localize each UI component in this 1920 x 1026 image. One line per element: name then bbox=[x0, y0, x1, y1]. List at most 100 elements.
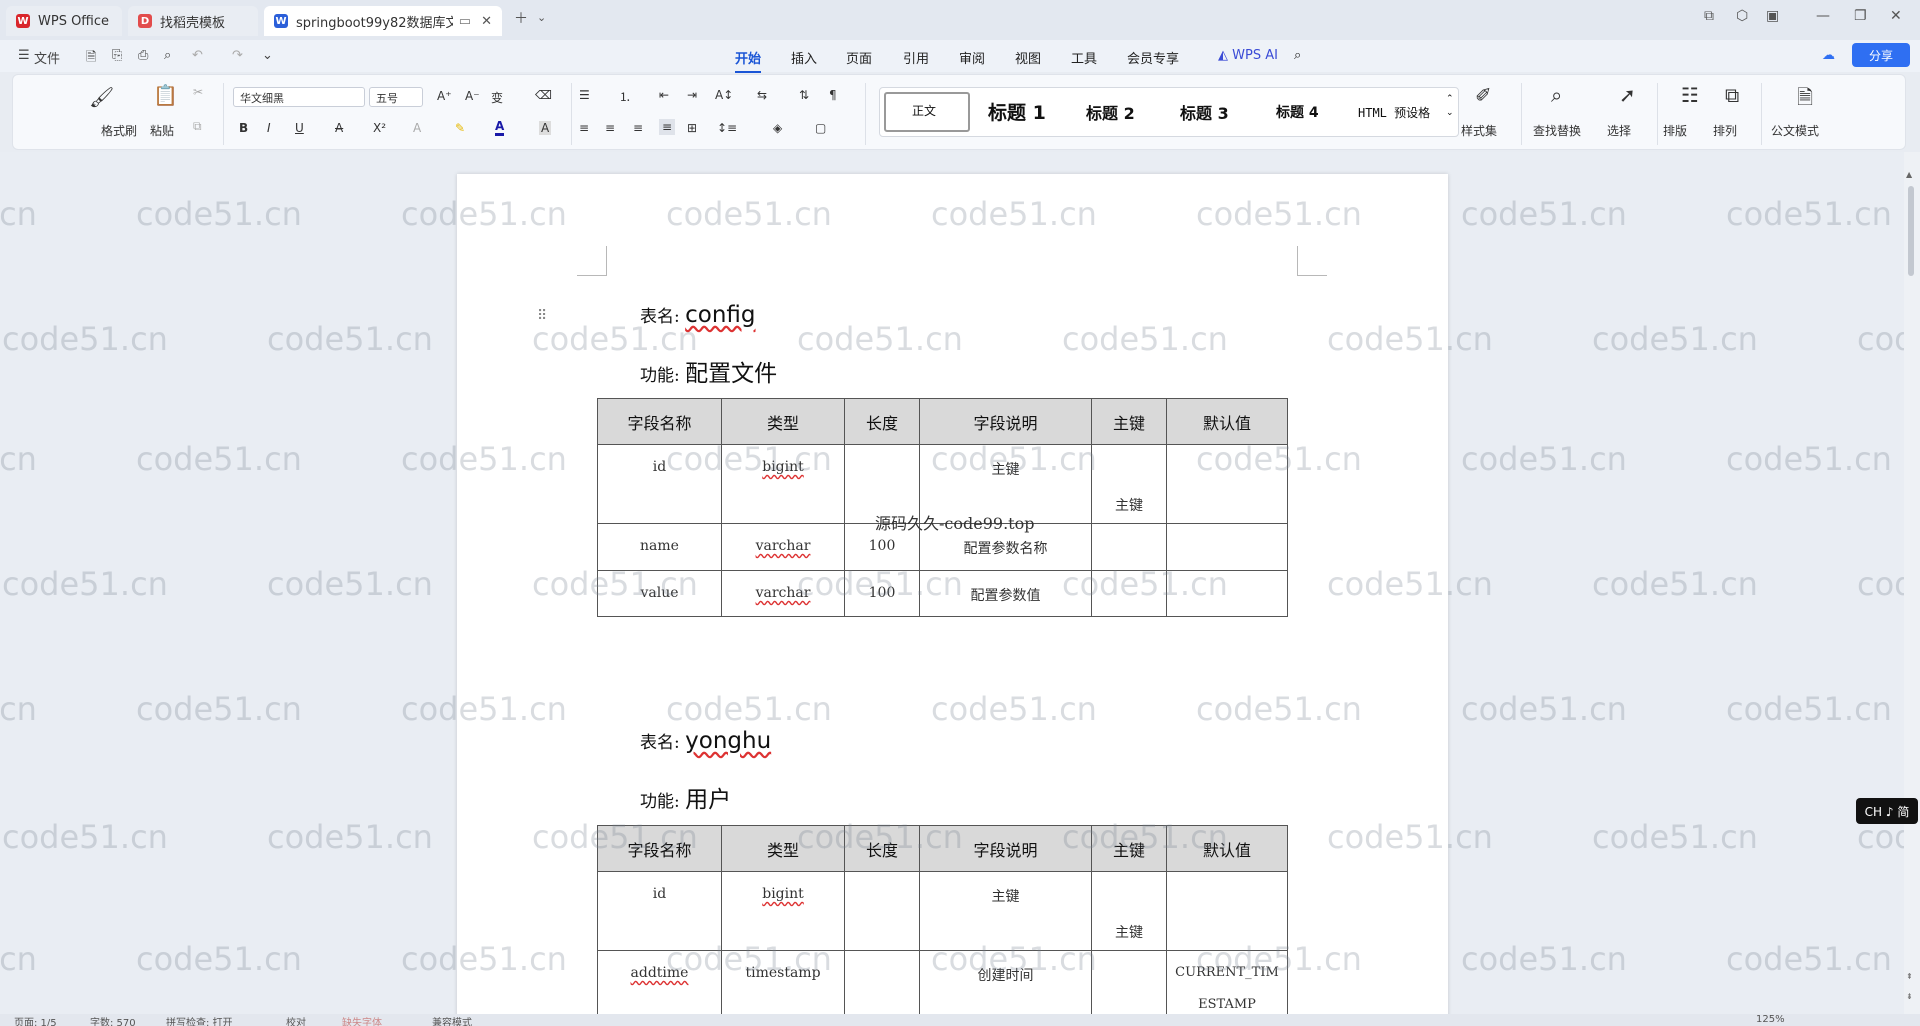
scroll-page-up-icon[interactable]: ⇞ bbox=[1906, 972, 1913, 981]
decrease-indent-icon[interactable]: ⇤ bbox=[659, 88, 669, 102]
missing-font-warning[interactable]: 缺失字体 bbox=[342, 1014, 382, 1026]
menu-home[interactable]: 开始 bbox=[735, 48, 762, 73]
menu-insert[interactable]: 插入 bbox=[791, 48, 817, 67]
close-tab-icon[interactable]: ✕ bbox=[481, 14, 492, 29]
proofread-button[interactable]: 校对 bbox=[286, 1014, 306, 1026]
style-normal[interactable]: 正文 bbox=[912, 102, 936, 119]
gallery-down-icon[interactable]: ⌄ bbox=[1446, 108, 1454, 118]
undo-icon[interactable]: ↶ bbox=[192, 48, 203, 63]
paste-icon[interactable]: 📋 bbox=[153, 83, 178, 107]
show-marks-icon[interactable]: ¶ bbox=[829, 88, 837, 102]
spell-check-status[interactable]: 拼写检查: 打开 bbox=[166, 1014, 233, 1026]
drag-handle-icon[interactable]: ⠿ bbox=[537, 308, 547, 324]
superscript-icon[interactable]: X² bbox=[373, 121, 386, 135]
print-preview-icon[interactable]: ⌕ bbox=[164, 48, 171, 63]
minimize-icon[interactable]: — bbox=[1816, 8, 1830, 24]
grow-font-icon[interactable]: A⁺ bbox=[437, 89, 452, 103]
strikethrough-icon[interactable]: A bbox=[335, 121, 343, 135]
customize-chevron-icon[interactable]: ⌄ bbox=[262, 48, 273, 63]
print-icon[interactable]: ⎙ bbox=[138, 48, 148, 63]
save-icon[interactable]: 🗎 bbox=[86, 48, 96, 70]
window-layout-icon[interactable]: ⧉ bbox=[1704, 8, 1714, 24]
file-menu[interactable]: 文件 bbox=[34, 48, 60, 67]
justify-icon[interactable]: ≡ bbox=[659, 119, 676, 135]
style-html-preformatted[interactable]: HTML 预设格 bbox=[1358, 104, 1430, 121]
find-icon[interactable]: ⌕ bbox=[1551, 83, 1562, 107]
scroll-up-icon[interactable]: ▲ bbox=[1906, 170, 1912, 179]
borders-icon[interactable]: ▢ bbox=[815, 121, 826, 135]
search-icon[interactable]: ⌕ bbox=[1294, 48, 1301, 63]
line-break-icon[interactable]: ⇆ bbox=[757, 88, 767, 102]
paste-button[interactable]: 粘贴 bbox=[150, 122, 174, 139]
italic-icon[interactable]: I bbox=[267, 121, 271, 135]
bullet-list-icon[interactable]: ☰ bbox=[579, 88, 590, 102]
line-spacing-icon[interactable]: ↕≡ bbox=[717, 121, 737, 135]
scroll-page-down-icon[interactable]: ⇟ bbox=[1906, 992, 1913, 1001]
text-direction-icon[interactable]: A↕ bbox=[715, 88, 733, 102]
typeset-button[interactable]: 排版 bbox=[1663, 122, 1687, 139]
menu-member[interactable]: 会员专享 bbox=[1127, 48, 1179, 67]
tab-list-chevron-icon[interactable]: ⌄ bbox=[537, 11, 546, 24]
cut-icon[interactable]: ✂ bbox=[193, 85, 203, 99]
cursor-icon[interactable]: ➚ bbox=[1619, 83, 1636, 107]
text-effect-icon[interactable]: A bbox=[413, 121, 421, 135]
official-doc-icon[interactable]: 🗎 bbox=[1797, 83, 1813, 117]
align-center-icon[interactable]: ≡ bbox=[605, 121, 615, 135]
select-button[interactable]: 选择 bbox=[1607, 122, 1631, 139]
shrink-font-icon[interactable]: A⁻ bbox=[465, 89, 480, 103]
format-painter-button[interactable]: 格式刷 bbox=[101, 122, 137, 139]
menu-reference[interactable]: 引用 bbox=[903, 48, 929, 67]
cube-icon[interactable]: ⬡ bbox=[1736, 8, 1748, 24]
style-heading-1[interactable]: 标题 1 bbox=[988, 98, 1046, 125]
cloud-upload-icon[interactable]: ☁ bbox=[1822, 48, 1835, 63]
bold-icon[interactable]: B bbox=[239, 121, 248, 135]
menu-review[interactable]: 审阅 bbox=[959, 48, 985, 67]
style-set-icon[interactable]: ✐ bbox=[1475, 83, 1492, 107]
font-name-select[interactable]: 华文细黑 bbox=[233, 87, 365, 107]
shading-icon[interactable]: ◈ bbox=[773, 121, 782, 135]
document-workspace[interactable]: ⠿ 表名: config 功能: 配置文件 字段名称 类型 长度 字段说明 主键… bbox=[0, 152, 1920, 1014]
copy-icon[interactable]: ⧉ bbox=[193, 119, 202, 134]
style-heading-3[interactable]: 标题 3 bbox=[1180, 100, 1229, 124]
menu-page[interactable]: 页面 bbox=[846, 48, 872, 67]
phonetic-icon[interactable]: 变 bbox=[491, 89, 503, 106]
sort-icon[interactable]: ⇅ bbox=[799, 88, 809, 102]
avatar[interactable]: ▣ bbox=[1766, 8, 1779, 24]
field-table[interactable]: 字段名称 类型 长度 字段说明 主键 默认值 id bigint 主键 主键 a… bbox=[597, 825, 1288, 1014]
font-color-icon[interactable]: A bbox=[495, 119, 505, 136]
share-button[interactable]: 分享 bbox=[1852, 43, 1910, 67]
style-heading-2[interactable]: 标题 2 bbox=[1086, 100, 1135, 124]
export-icon[interactable]: ⎘ bbox=[112, 48, 122, 63]
tab-docer-templates[interactable]: D 找稻壳模板 bbox=[128, 6, 258, 36]
monitor-icon[interactable]: ▭ bbox=[459, 14, 471, 29]
new-tab-icon[interactable]: ＋ bbox=[514, 8, 528, 28]
document-page[interactable]: ⠿ 表名: config 功能: 配置文件 字段名称 类型 长度 字段说明 主键… bbox=[457, 174, 1448, 1014]
vertical-scrollbar[interactable]: ▲ ⇞ ⇟ bbox=[1904, 152, 1920, 1014]
underline-icon[interactable]: U bbox=[295, 121, 304, 135]
wps-ai-button[interactable]: ◭ WPS AI bbox=[1218, 48, 1278, 63]
align-left-icon[interactable]: ≡ bbox=[579, 121, 589, 135]
gallery-up-icon[interactable]: ⌃ bbox=[1446, 94, 1454, 104]
close-window-icon[interactable]: ✕ bbox=[1890, 8, 1902, 24]
zoom-level[interactable]: 125% bbox=[1756, 1014, 1785, 1025]
highlight-icon[interactable]: ✎ bbox=[455, 121, 465, 135]
typeset-icon[interactable]: ☷ bbox=[1681, 83, 1699, 107]
char-shading-icon[interactable]: A bbox=[539, 121, 552, 135]
official-mode-button[interactable]: 公文模式 bbox=[1771, 122, 1819, 139]
scroll-thumb[interactable] bbox=[1908, 186, 1914, 276]
menu-tools[interactable]: 工具 bbox=[1071, 48, 1097, 67]
find-replace-button[interactable]: 查找替换 bbox=[1533, 122, 1581, 139]
numbered-list-icon[interactable]: ⒈ bbox=[619, 88, 631, 105]
style-set-button[interactable]: 样式集 bbox=[1461, 122, 1497, 139]
tab-wps-office[interactable]: W WPS Office bbox=[6, 6, 122, 36]
format-painter-icon[interactable]: 🖌 bbox=[89, 85, 114, 109]
align-right-icon[interactable]: ≡ bbox=[633, 121, 643, 135]
word-count[interactable]: 字数: 570 bbox=[90, 1014, 136, 1026]
menu-icon[interactable]: ☰ bbox=[18, 48, 30, 63]
page-indicator[interactable]: 页面: 1/5 bbox=[14, 1014, 57, 1026]
tab-document[interactable]: W springboot99y82数据库文 ▭ ✕ bbox=[264, 6, 502, 36]
arrange-icon[interactable]: ⧉ bbox=[1725, 83, 1739, 107]
distribute-icon[interactable]: ⊞ bbox=[687, 121, 697, 135]
redo-icon[interactable]: ↷ bbox=[232, 48, 243, 63]
arrange-button[interactable]: 排列 bbox=[1713, 122, 1737, 139]
